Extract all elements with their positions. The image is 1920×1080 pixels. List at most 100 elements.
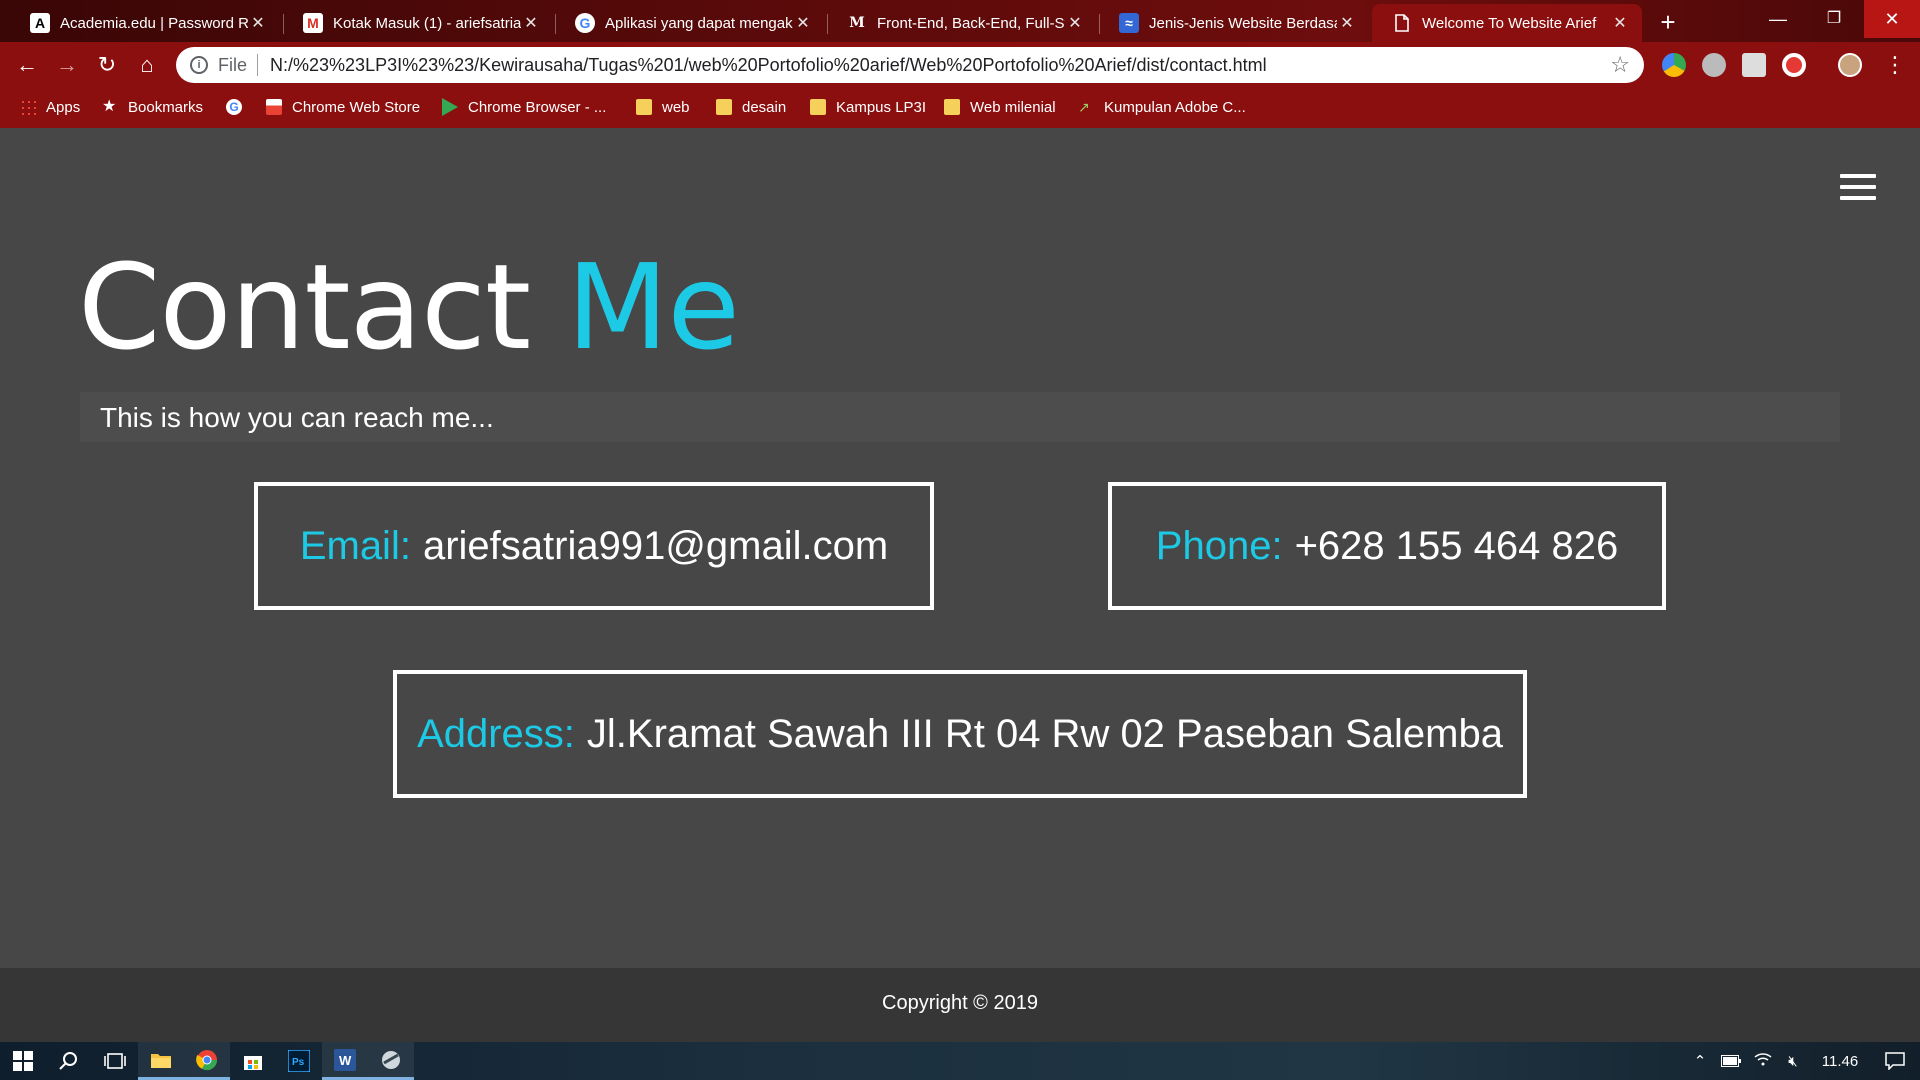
- folder-icon: [944, 99, 960, 115]
- back-button[interactable]: ←: [10, 48, 44, 82]
- close-tab-icon[interactable]: ✕: [793, 13, 813, 33]
- tab-title: Welcome To Website Arief: [1422, 14, 1597, 32]
- reload-button[interactable]: ↻: [90, 48, 124, 82]
- bookmark-folder-desain[interactable]: desain: [716, 88, 786, 126]
- bookmark-folder-web[interactable]: web: [636, 88, 690, 126]
- play-icon: [442, 98, 458, 116]
- page-title: Contact Me: [78, 238, 740, 376]
- bookmark-label: web: [662, 98, 690, 116]
- tab-title: Front-End, Back-End, Full-Sta: [877, 14, 1065, 32]
- home-button[interactable]: ⌂: [130, 48, 164, 82]
- svg-text:Ps: Ps: [292, 1057, 305, 1068]
- browser-tab[interactable]: M Front-End, Back-End, Full-Sta ✕: [827, 4, 1097, 42]
- close-window-button[interactable]: ✕: [1864, 0, 1920, 38]
- close-tab-icon[interactable]: ✕: [248, 13, 268, 33]
- windows-taskbar: Ps W ⌃ 🔇︎ 11.46: [0, 1042, 1920, 1080]
- star-icon: ★: [102, 98, 117, 115]
- folder-icon: [810, 99, 826, 115]
- bookmark-label: Bookmarks: [128, 98, 204, 116]
- hamburger-menu-icon[interactable]: [1840, 174, 1876, 200]
- minimize-button[interactable]: —: [1750, 0, 1806, 38]
- search-icon[interactable]: [46, 1042, 92, 1080]
- browser-tab[interactable]: G Aplikasi yang dapat mengak ✕: [555, 4, 825, 42]
- tab-title: Aplikasi yang dapat mengak: [605, 14, 793, 32]
- store-icon[interactable]: [230, 1042, 276, 1080]
- windows-start-icon[interactable]: [0, 1042, 46, 1080]
- tab-title: Academia.edu | Password Re: [60, 14, 248, 32]
- bookmark-label: Apps: [46, 98, 81, 116]
- apps-grid-icon: [20, 99, 36, 115]
- phone-value[interactable]: +628 155 464 826: [1295, 524, 1619, 569]
- site-footer: Copyright © 2019: [0, 968, 1920, 1042]
- action-center-icon[interactable]: [1872, 1052, 1918, 1070]
- new-tab-button[interactable]: +: [1652, 6, 1684, 38]
- bookmark-label: Kumpulan Adobe C...: [1104, 98, 1246, 116]
- bookmark-label: Chrome Browser - ...: [468, 98, 607, 116]
- gmail-icon: M: [303, 13, 323, 33]
- medium-icon: M: [849, 15, 865, 31]
- web-store-icon: [266, 99, 282, 115]
- wifi-icon[interactable]: [1748, 1052, 1778, 1070]
- extension-icon[interactable]: [1702, 53, 1726, 77]
- phone-label: Phone:: [1155, 523, 1283, 568]
- email-value[interactable]: ariefsatria991@gmail.com: [423, 524, 888, 569]
- email-label: Email:: [299, 523, 411, 568]
- academia-icon: A: [30, 13, 50, 33]
- close-tab-icon[interactable]: ✕: [1337, 13, 1357, 33]
- address-bar[interactable]: i File N:/%23%23LP3I%23%23/Kewirausaha/T…: [176, 47, 1644, 83]
- close-tab-icon[interactable]: ✕: [1610, 13, 1630, 33]
- page-title-main: Contact: [78, 238, 531, 376]
- browser-tab[interactable]: ≈ Jenis-Jenis Website Berdasar ✕: [1099, 4, 1369, 42]
- address-scheme: File: [218, 54, 248, 75]
- bookmark-chrome-web-store[interactable]: Chrome Web Store: [266, 88, 420, 126]
- forward-button[interactable]: →: [50, 48, 84, 82]
- folder-icon: [636, 99, 652, 115]
- profile-avatar[interactable]: [1838, 53, 1862, 77]
- browser-tab[interactable]: M Kotak Masuk (1) - ariefsatria9 ✕: [283, 4, 553, 42]
- browser-tab[interactable]: A Academia.edu | Password Re ✕: [10, 4, 280, 42]
- close-tab-icon[interactable]: ✕: [1065, 13, 1085, 33]
- page-subtitle: This is how you can reach me...: [100, 402, 494, 433]
- word-icon[interactable]: W: [322, 1042, 368, 1080]
- file-explorer-icon[interactable]: [138, 1042, 184, 1080]
- tab-title: Jenis-Jenis Website Berdasar: [1149, 14, 1337, 32]
- browser-tab-active[interactable]: Welcome To Website Arief ✕: [1372, 4, 1642, 42]
- address-url[interactable]: N:/%23%23LP3I%23%23/Kewirausaha/Tugas%20…: [270, 55, 1610, 76]
- bookmark-folder-kampus[interactable]: Kampus LP3I: [810, 88, 926, 126]
- bookmark-chrome-browser[interactable]: Chrome Browser - ...: [442, 88, 606, 126]
- bookmark-bookmarks[interactable]: ★ Bookmarks: [102, 88, 203, 126]
- battery-icon[interactable]: [1714, 1055, 1748, 1067]
- system-tray: ⌃ 🔇︎ 11.46: [1686, 1042, 1918, 1080]
- bookmark-star-icon[interactable]: ☆: [1610, 52, 1630, 78]
- copyright-text: Copyright © 2019: [882, 992, 1038, 1014]
- task-view-icon[interactable]: [92, 1042, 138, 1080]
- photoshop-icon[interactable]: Ps: [276, 1042, 322, 1080]
- clock[interactable]: 11.46: [1808, 1053, 1872, 1070]
- bookmark-folder-web-milenial[interactable]: Web milenial: [944, 88, 1056, 126]
- google-icon: G: [226, 99, 242, 115]
- bookmark-label: desain: [742, 98, 787, 116]
- bookmark-apps[interactable]: Apps: [20, 88, 80, 126]
- email-card: Email: ariefsatria991@gmail.com: [254, 482, 934, 610]
- page-title-accent: Me: [566, 238, 740, 376]
- bookmark-kumpulan-adobe[interactable]: ↗ Kumpulan Adobe C...: [1078, 88, 1246, 126]
- address-divider: [257, 54, 259, 76]
- extension-icon[interactable]: [1742, 53, 1766, 77]
- folder-icon: [716, 99, 732, 115]
- extension-icon[interactable]: [1662, 53, 1686, 77]
- close-tab-icon[interactable]: ✕: [521, 13, 541, 33]
- extension-icon[interactable]: [1782, 53, 1806, 77]
- phone-card: Phone: +628 155 464 826: [1108, 482, 1666, 610]
- info-icon[interactable]: i: [190, 56, 208, 74]
- app-icon[interactable]: [368, 1042, 414, 1080]
- chrome-icon[interactable]: [184, 1042, 230, 1080]
- bookmarks-bar: Apps ★ Bookmarks G Chrome Web Store Chro…: [0, 88, 1920, 128]
- tab-title: Kotak Masuk (1) - ariefsatria9: [333, 14, 521, 32]
- bookmark-label: Kampus LP3I: [836, 98, 927, 116]
- chevron-up-icon[interactable]: ⌃: [1686, 1052, 1714, 1070]
- restore-button[interactable]: ❐: [1806, 0, 1862, 38]
- speaker-muted-icon[interactable]: 🔇︎: [1778, 1053, 1808, 1070]
- subtitle-bar: This is how you can reach me...: [80, 392, 1840, 442]
- bookmark-google[interactable]: G: [226, 88, 252, 126]
- menu-kebab-icon[interactable]: ⋮: [1878, 48, 1912, 82]
